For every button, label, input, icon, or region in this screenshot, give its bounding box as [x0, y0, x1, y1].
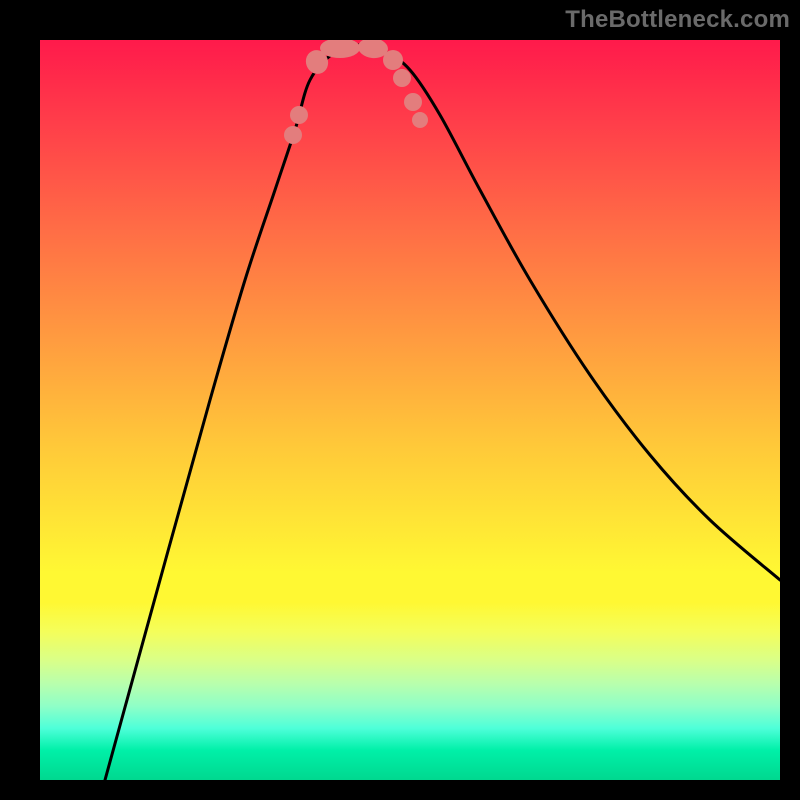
curve-marker: [393, 69, 411, 87]
curve-marker: [383, 50, 403, 70]
curve-marker: [320, 40, 360, 58]
curve-svg: [40, 40, 780, 780]
chart-frame: TheBottleneck.com: [0, 0, 800, 800]
watermark-text: TheBottleneck.com: [565, 6, 790, 34]
bottleneck-curve: [105, 45, 780, 780]
curve-marker: [357, 40, 389, 60]
curve-marker: [290, 106, 308, 124]
curve-path-group: [105, 45, 780, 780]
curve-marker: [404, 93, 422, 111]
plot-area: [40, 40, 780, 780]
markers-group: [284, 40, 428, 144]
curve-marker: [412, 112, 428, 128]
curve-marker: [303, 47, 332, 77]
curve-marker: [284, 126, 302, 144]
